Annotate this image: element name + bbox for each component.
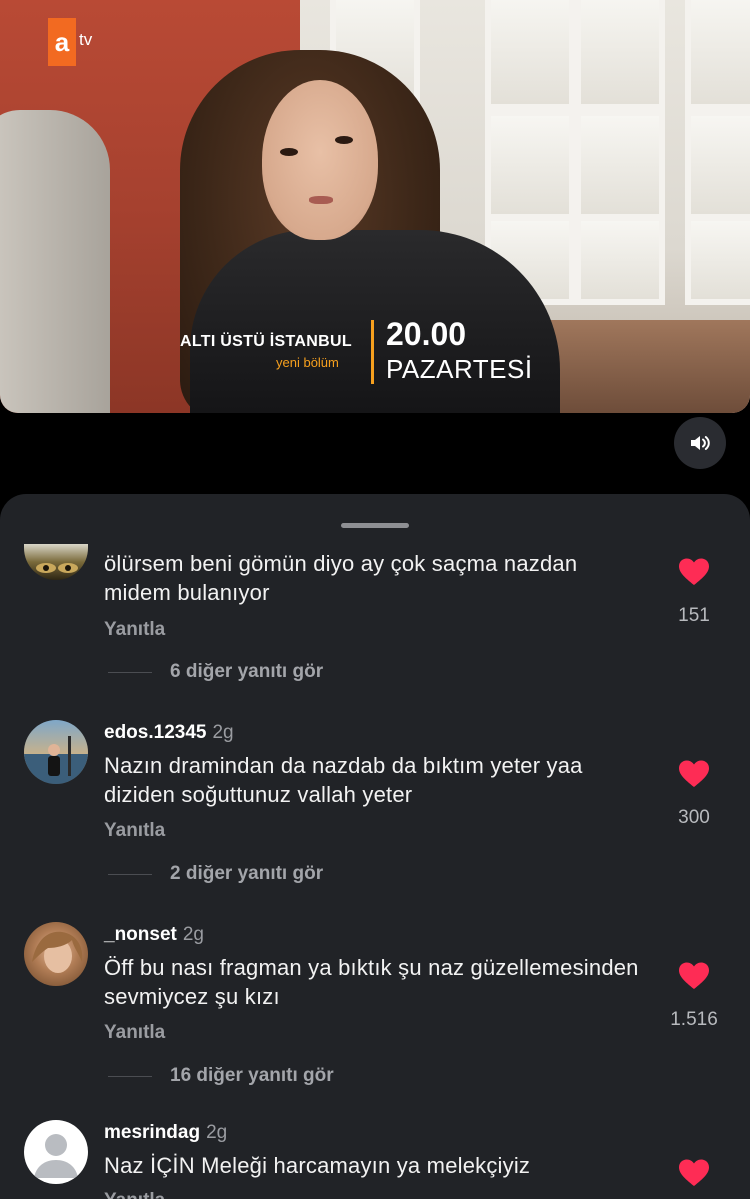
video-person-mouth (309, 196, 333, 204)
heart-icon (679, 1159, 709, 1186)
avatar-image (24, 736, 88, 784)
avatar-image (32, 931, 83, 973)
like-button[interactable] (678, 759, 710, 789)
heart-icon (679, 962, 709, 989)
avatar-image (36, 563, 78, 573)
show-title: ALTI ÜSTÜ İSTANBUL (180, 333, 352, 350)
show-subtitle: yeni bölüm (276, 355, 339, 370)
sound-button[interactable] (674, 417, 726, 469)
reply-button[interactable]: Yanıtla (104, 619, 165, 641)
person-icon (34, 1134, 78, 1178)
like-count: 151 (678, 605, 710, 626)
reply-button[interactable]: Yanıtla (104, 820, 165, 842)
view-more-replies[interactable]: 16 diğer yanıtı gör (170, 1065, 334, 1087)
comment-username[interactable]: mesrindag (104, 1122, 200, 1143)
window-pane (685, 0, 750, 110)
channel-logo: a (48, 18, 76, 66)
reply-button[interactable]: Yanıtla (104, 1190, 165, 1199)
heart-icon (679, 760, 709, 787)
view-more-replies[interactable]: 2 diğer yanıtı gör (170, 863, 323, 885)
comment-text: ölürsem beni gömün diyo ay çok saçma naz… (104, 551, 578, 605)
video-person-left (0, 110, 110, 413)
air-day: PAZARTESİ (386, 354, 533, 384)
window-pane (485, 0, 575, 110)
replies-divider (108, 1076, 152, 1077)
reply-button[interactable]: Yanıtla (104, 1022, 165, 1044)
comment-text: Öff bu nası fragman ya bıktık şu naz güz… (104, 955, 639, 1009)
avatar[interactable] (24, 922, 88, 986)
comment-username[interactable]: _nonset (104, 924, 177, 945)
sheet-drag-handle[interactable] (341, 523, 409, 528)
comment-username-row[interactable]: _nonset 2g (104, 924, 204, 946)
window-pane (685, 110, 750, 220)
comment-text: Nazın dramindan da nazdab da bıktım yete… (104, 753, 583, 807)
comment-time: 2g (182, 924, 204, 945)
view-more-replies[interactable]: 6 diğer yanıtı gör (170, 661, 323, 683)
like-count: 1.516 (670, 1009, 718, 1030)
comment-time: 2g (212, 722, 234, 743)
channel-logo-suffix: tv (79, 30, 93, 49)
video-person-jacket (190, 230, 560, 413)
comment-username-row[interactable]: mesrindag 2g (104, 1122, 227, 1144)
comment-time: 2g (206, 1122, 228, 1143)
window-pane (485, 110, 575, 220)
like-button[interactable] (678, 1158, 710, 1188)
video-player[interactable]: a tv ALTI ÜSTÜ İSTANBUL yeni bölüm 20.00… (0, 0, 750, 413)
channel-logo-letter: a (54, 26, 70, 57)
comments-sheet: ölürsem beni gömün diyo ay çok saçma naz… (0, 494, 750, 1199)
replies-divider (108, 874, 152, 875)
speaker-volume-icon (691, 436, 710, 450)
video-person-face (262, 80, 378, 240)
like-button[interactable] (678, 961, 710, 991)
avatar[interactable] (24, 1120, 88, 1184)
avatar[interactable] (24, 720, 88, 784)
like-count: 300 (678, 807, 710, 828)
video-person-eye (280, 148, 298, 156)
window-pane (685, 215, 750, 305)
promo-divider (371, 320, 374, 384)
like-button[interactable] (678, 557, 710, 587)
avatar[interactable] (24, 544, 88, 580)
replies-divider (108, 672, 152, 673)
window-pane (575, 110, 665, 220)
heart-icon (679, 558, 709, 585)
air-time: 20.00 (386, 316, 467, 352)
window-pane (575, 0, 665, 110)
video-table (540, 320, 750, 413)
video-person-eye (335, 136, 353, 144)
comment-username[interactable]: edos.12345 (104, 722, 206, 743)
comment-text: Naz İÇİN Meleği harcamayın ya melekçiyiz (104, 1153, 531, 1178)
window-pane (575, 215, 665, 305)
comment-username-row[interactable]: edos.12345 2g (104, 722, 234, 744)
